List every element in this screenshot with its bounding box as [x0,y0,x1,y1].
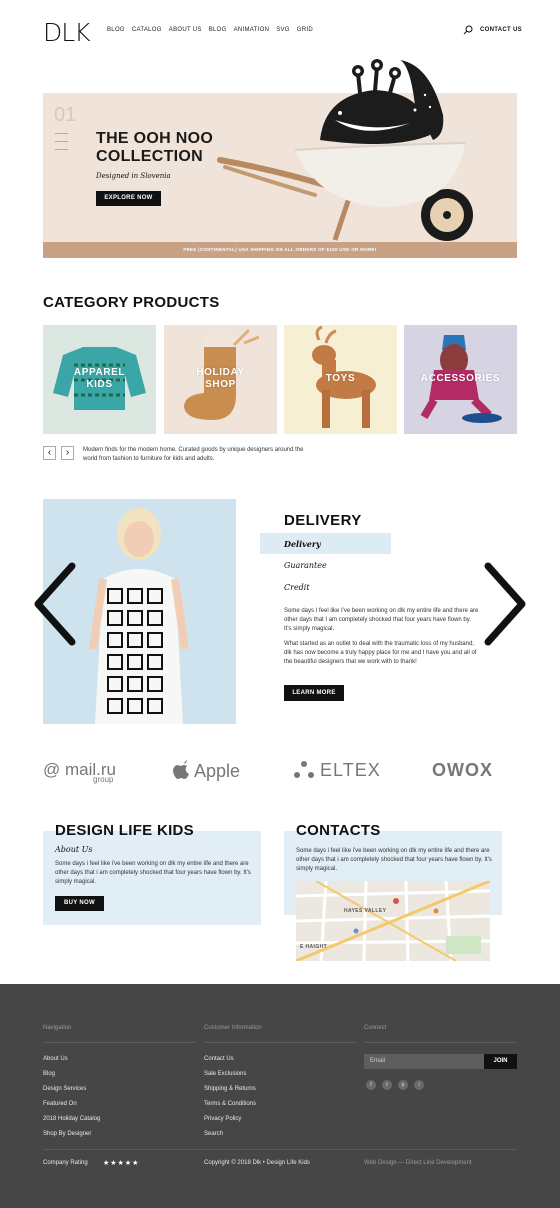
join-button[interactable]: JOIN [484,1054,517,1069]
tab-guarantee[interactable]: Guarantee [284,561,327,570]
footer-link-featured-on[interactable]: Featured On [43,1101,77,1107]
slider-next-arrow-icon[interactable] [482,562,530,646]
category-label-holiday-shop: HOLIDAY SHOP [164,367,277,391]
footer-connect-heading: Connect [364,1025,387,1031]
copyright-text: Copyright © 2018 Dlk • Design Life Kids [204,1160,310,1166]
category-next-button[interactable]: › [61,446,74,460]
footer-link-shop-by-designer[interactable]: Shop By Designer [43,1131,91,1137]
site-header: DLK BLOG CATALOG ABOUT US BLOG ANIMATION… [0,0,560,60]
footer-link-terms-conditions[interactable]: Terms & Conditions [204,1101,256,1107]
monster-wheelbarrow-image [217,59,473,241]
footer-link-design-services[interactable]: Design Services [43,1086,86,1092]
tab-delivery[interactable]: Delivery [284,539,321,549]
shipping-banner: FREE (CONTINENTAL) USA SHIPPING ON ALL O… [43,242,517,258]
shipping-banner-text: FREE (CONTINENTAL) USA SHIPPING ON ALL O… [183,247,377,252]
explore-now-button[interactable]: EXPLORE NOW [96,191,161,206]
contact-us-link[interactable]: CONTACT US [480,27,522,33]
footer-link-contact-us[interactable]: Contact Us [204,1056,234,1062]
category-label-toys: TOYS [284,373,397,385]
brand-apple-logo[interactable]: Apple [172,760,240,782]
rating-stars: ★★★★★ [103,1160,140,1167]
nav-item-catalog[interactable]: CATALOG [132,27,162,33]
footer-link-holiday-catalog[interactable]: 2018 Holiday Catalog [43,1116,100,1122]
twitter-icon[interactable]: t [382,1080,392,1090]
category-label-line1: ACCESSORIES [420,373,501,384]
map-label-hayes-valley: HAYES VALLEY [344,908,387,914]
contacts-title: CONTACTS [296,822,381,839]
delivery-paragraph-1: Some days I feel like I've been working … [284,608,479,632]
footer-divider [364,1042,517,1043]
search-icon[interactable] [463,25,473,35]
nav-item-blog-2[interactable]: BLOG [209,27,227,33]
category-label-line1: TOYS [325,373,356,384]
footer-link-sale-exclusions[interactable]: Sale Exclusions [204,1071,246,1077]
about-text: Some days i feel like i've been working … [55,861,251,885]
brand-eltex-logo[interactable]: ELTEX [294,760,381,781]
category-label-line2: KIDS [86,379,113,390]
delivery-title: DELIVERY [284,512,362,529]
instagram-icon[interactable]: i [414,1080,424,1090]
category-tile-accessories[interactable]: ACCESSORIES [404,325,517,434]
category-label-apparel-kids: APPAREL KIDS [43,367,156,391]
web-design-credit[interactable]: Web Design — Direct Line Development [364,1160,472,1166]
learn-more-button[interactable]: LEARN MORE [284,685,344,701]
slide-indicator[interactable] [55,133,68,157]
pinterest-icon[interactable]: p [398,1080,408,1090]
footer-link-privacy-policy[interactable]: Privacy Policy [204,1116,241,1122]
site-footer [0,984,560,1208]
category-label-accessories: ACCESSORIES [404,373,517,385]
nav-item-blog[interactable]: BLOG [107,27,125,33]
hero-subtitle: Designed in Slovenia [96,172,171,180]
brand-mailru-group: group [93,775,114,784]
nav-item-svg[interactable]: SVG [276,27,290,33]
footer-link-blog[interactable]: Blog [43,1071,55,1077]
slider-prev-arrow-icon[interactable] [30,562,78,646]
footer-divider [43,1042,196,1043]
category-tile-apparel-kids[interactable]: APPAREL KIDS [43,325,156,434]
footer-nav-heading: Navigation [43,1025,72,1031]
logo[interactable]: DLK [43,18,91,47]
footer-divider [204,1042,357,1043]
nav-item-animation[interactable]: ANIMATION [234,27,270,33]
brand-apple-text: Apple [194,761,241,781]
category-prev-button[interactable]: ‹ [43,446,56,460]
about-us-subtitle: About Us [55,845,93,854]
contacts-text: Some days i feel like i've been working … [296,848,492,872]
contacts-map[interactable]: HAYES VALLEY E HAIGHT [296,881,490,961]
category-title: CATEGORY PRODUCTS [43,294,220,311]
delivery-paragraph-2: What started as an outlet to deal with t… [284,641,477,665]
apple-icon [173,760,189,779]
tab-active-highlight [260,533,391,554]
brand-eltex-text: ELTEX [320,760,381,780]
footer-bottom-divider [43,1149,517,1150]
buy-now-button[interactable]: BUY NOW [55,896,104,911]
eltex-icon [294,761,314,778]
facebook-icon[interactable]: f [366,1080,376,1090]
footer-info-heading: Customer Information [204,1025,262,1031]
category-tile-toys[interactable]: TOYS [284,325,397,434]
nav-item-grid[interactable]: GRID [297,27,313,33]
category-description: Modern finds for the modern home. Curate… [83,447,304,462]
slide-number: 01 [54,104,77,126]
tab-credit[interactable]: Credit [284,583,310,592]
newsletter-email-input[interactable]: Email [364,1054,484,1069]
footer-link-shipping-returns[interactable]: Shipping & Returns [204,1086,256,1092]
footer-link-about-us[interactable]: About Us [43,1056,68,1062]
category-tile-holiday-shop[interactable]: HOLIDAY SHOP [164,325,277,434]
category-label-line2: SHOP [205,379,236,390]
company-rating-label: Company Rating [43,1160,88,1166]
brand-mailru-logo[interactable]: @ mail.ru group [43,760,116,784]
main-nav: BLOG CATALOG ABOUT US BLOG ANIMATION SVG… [107,27,320,33]
map-label-e-haight: E HAIGHT [300,944,328,950]
footer-link-search[interactable]: Search [204,1131,223,1137]
category-label-line1: HOLIDAY [196,367,245,378]
brand-owox-logo[interactable]: OWOX [432,760,493,781]
nav-item-about-us[interactable]: ABOUT US [169,27,202,33]
design-life-kids-title: DESIGN LIFE KIDS [55,822,194,839]
category-label-line1: APPAREL [73,367,126,378]
